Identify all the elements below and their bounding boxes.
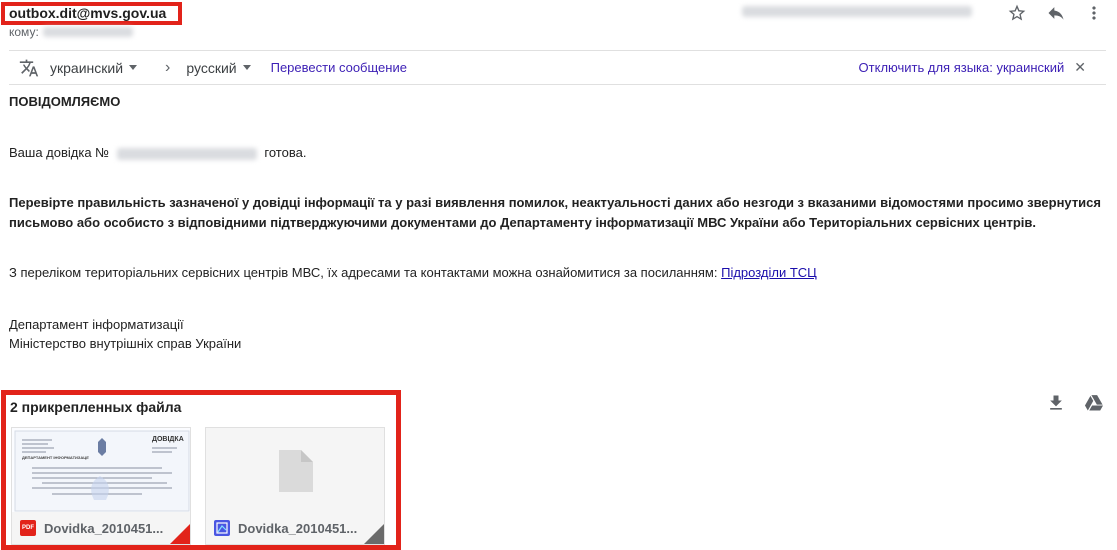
reply-icon[interactable]: [1043, 1, 1069, 25]
attachment-actions: [1046, 393, 1104, 416]
download-icon[interactable]: [1046, 393, 1066, 416]
generic-file-icon: [279, 450, 313, 492]
ready-line: Ваша довідка № готова.: [9, 141, 306, 164]
recipient-row: кому:: [9, 25, 133, 39]
attachment-name: Dovidka_2010451...: [44, 520, 164, 536]
preview-doc-subtitle: ДЕПАРТАМЕНТ ІНФОРМАТИЗАЦІЇ: [22, 455, 89, 460]
preview-doc-title: ДОВІДКА: [152, 436, 184, 443]
image-corner-fold: [364, 524, 384, 544]
drive-icon[interactable]: [1084, 393, 1104, 416]
date-redacted: [742, 6, 972, 17]
centers-text: З переліком територіальних сервісних цен…: [9, 265, 718, 280]
ready-suffix: готова.: [264, 145, 307, 160]
image-preview: [206, 428, 384, 512]
chevron-down-icon: [129, 65, 138, 70]
attachment-card-image[interactable]: Dovidka_2010451...: [205, 427, 385, 545]
disable-translation-link[interactable]: Отключить для языка: украинский: [859, 60, 1065, 75]
source-language-select[interactable]: украинский: [50, 59, 138, 76]
translate-message-link[interactable]: Перевести сообщение: [271, 60, 407, 75]
attachment-card-pdf[interactable]: ДОВІДКА ДЕПАРТАМЕНТ ІНФОРМАТИЗАЦІЇ PDF D…: [11, 427, 191, 545]
chevron-right-icon: ›: [165, 58, 171, 76]
close-icon[interactable]: ✕: [1074, 59, 1086, 76]
pdf-preview: ДОВІДКА ДЕПАРТАМЕНТ ІНФОРМАТИЗАЦІЇ: [12, 428, 190, 512]
attachment-footer: Dovidka_2010451...: [206, 512, 384, 544]
recipient-redacted: [42, 27, 133, 37]
translate-icon: [18, 57, 40, 79]
sender-highlight: outbox.dit@mvs.gov.ua: [1, 2, 182, 25]
attachments-title: 2 прикрепленных файла: [10, 399, 182, 415]
to-label: кому:: [9, 25, 39, 39]
translation-bar: украинский › русский Перевести сообщение…: [9, 50, 1106, 85]
star-icon[interactable]: [1004, 1, 1030, 25]
more-vert-icon[interactable]: [1081, 1, 1107, 25]
chevron-down-icon: [242, 65, 251, 70]
target-language-label: русский: [186, 59, 237, 76]
certificate-number-redacted: [116, 147, 257, 160]
attachments-section: 2 прикрепленных файла ДОВІДКА ДЕПАРТАМЕН…: [1, 390, 401, 550]
ready-prefix: Ваша довідка №: [9, 145, 110, 160]
attachment-name: Dovidka_2010451...: [238, 520, 358, 536]
sender-email[interactable]: outbox.dit@mvs.gov.ua: [9, 6, 174, 21]
notice-line-2: письмово або особисто з відповідними під…: [9, 215, 1036, 230]
attachment-footer: PDF Dovidka_2010451...: [12, 512, 190, 544]
source-language-label: украинский: [50, 59, 124, 76]
message-heading: ПОВІДОМЛЯЄМО: [9, 94, 121, 109]
centers-line: З переліком територіальних сервісних цен…: [9, 261, 817, 284]
target-language-select[interactable]: русский: [186, 59, 251, 76]
signature-line-2: Міністерство внутрішніх справ України: [9, 336, 242, 351]
pdf-icon: PDF: [20, 520, 36, 536]
pdf-corner-fold: [170, 524, 190, 544]
image-icon: [214, 520, 230, 536]
tsc-link[interactable]: Підрозділи ТСЦ: [721, 265, 817, 280]
